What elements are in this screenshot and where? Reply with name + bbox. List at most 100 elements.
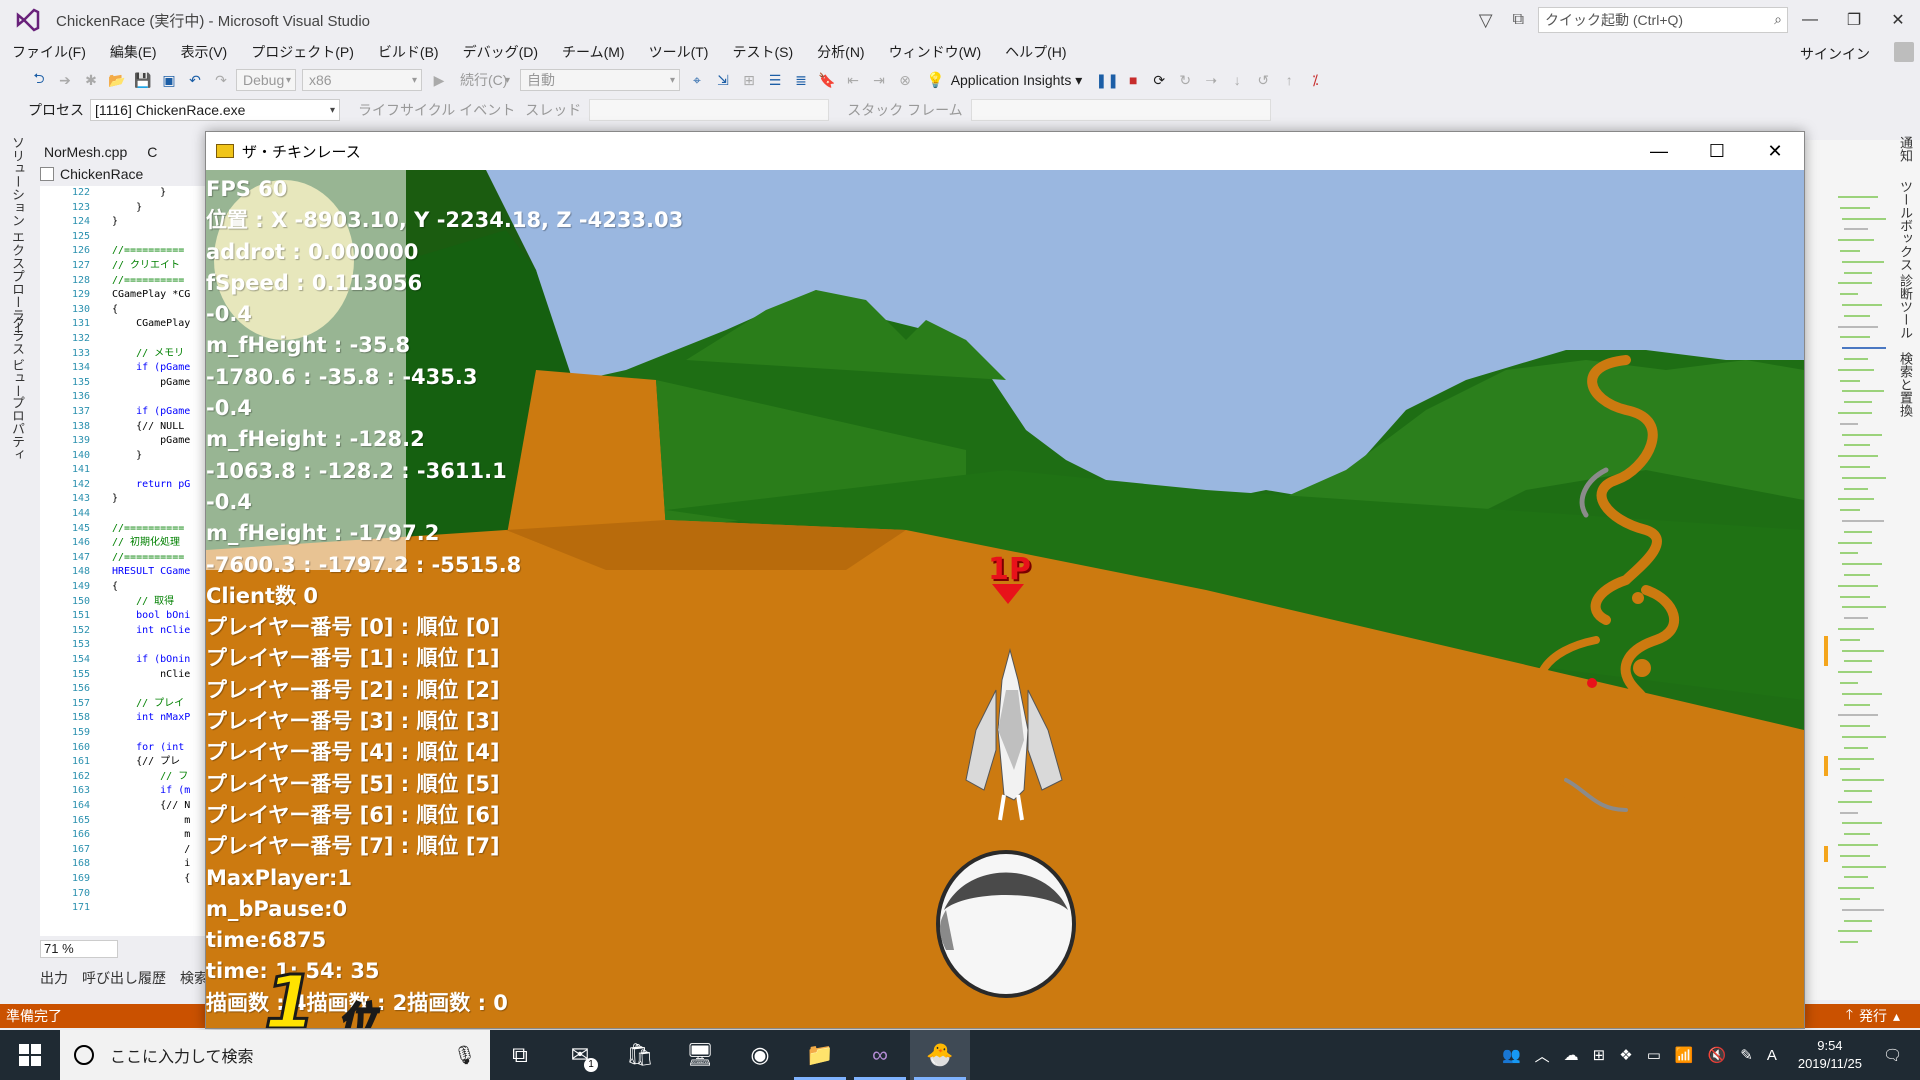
new-project-icon[interactable]: ✱ xyxy=(80,69,102,91)
show-hidden-icons-icon[interactable]: ︿ xyxy=(1535,1045,1550,1066)
step-back-icon[interactable]: ↺ xyxy=(1252,69,1274,91)
stop-icon[interactable]: ■ xyxy=(1122,69,1144,91)
stack-frame-select[interactable] xyxy=(970,99,1271,121)
menu-edit[interactable]: 編集(E) xyxy=(98,42,169,62)
menu-analyze[interactable]: 分析(N) xyxy=(805,42,876,62)
continue-play-icon[interactable]: ▶ xyxy=(428,69,450,91)
menu-build[interactable]: ビルド(B) xyxy=(366,42,451,62)
bookmark-icon[interactable]: 🔖 xyxy=(816,69,838,91)
auto-select[interactable]: 自動 xyxy=(520,69,680,91)
wifi-icon[interactable]: 📶 xyxy=(1675,1046,1694,1064)
network-share-icon[interactable]: ⊞ xyxy=(1593,1046,1606,1064)
menu-window[interactable]: ウィンドウ(W) xyxy=(877,42,994,62)
tab-second-document[interactable]: C xyxy=(137,140,167,164)
close-button[interactable]: ✕ xyxy=(1876,10,1920,30)
mail-app-icon[interactable]: ✉ 1 xyxy=(550,1030,610,1080)
tab-find[interactable]: 検索 xyxy=(180,968,208,988)
onedrive-icon[interactable]: ☁ xyxy=(1564,1046,1579,1064)
continue-button[interactable]: 続行(C) xyxy=(454,69,514,91)
zoom-level-select[interactable]: 71 % xyxy=(40,940,118,958)
restore-button[interactable]: ❐ xyxy=(1832,10,1876,30)
restart-icon[interactable]: ⟳ xyxy=(1148,69,1170,91)
step-icon[interactable]: ⇲ xyxy=(712,69,734,91)
publish-button[interactable]: 🡑 発行 ▴ xyxy=(1846,1004,1900,1028)
people-icon[interactable]: 👥 xyxy=(1502,1046,1521,1064)
control-panel-app-icon[interactable]: 🖥 xyxy=(670,1030,730,1080)
project-dropdown[interactable]: ChickenRace xyxy=(40,166,143,182)
indent-icon[interactable]: ☰ xyxy=(764,69,786,91)
tab-output[interactable]: 出力 xyxy=(40,968,68,988)
refresh-icon[interactable]: ↻ xyxy=(1174,69,1196,91)
taskbar-search-input[interactable]: ここに入力して検索 🎙 xyxy=(60,1030,490,1080)
game-maximize-button[interactable]: ☐ xyxy=(1688,132,1746,170)
chrome-app-icon[interactable]: ◉ xyxy=(730,1030,790,1080)
menu-view[interactable]: 表示(V) xyxy=(169,42,240,62)
save-icon[interactable]: 💾 xyxy=(132,69,154,91)
minimize-button[interactable]: — xyxy=(1788,11,1832,29)
menu-debug[interactable]: デバッグ(D) xyxy=(451,42,550,62)
platform-select[interactable]: x86 xyxy=(302,69,422,91)
menu-tools[interactable]: ツール(T) xyxy=(637,42,721,62)
code-minimap[interactable] xyxy=(1824,196,1886,956)
config-select[interactable]: Debug xyxy=(236,69,296,91)
save-all-icon[interactable]: ▣ xyxy=(158,69,180,91)
exceptions-icon[interactable]: ⁒ xyxy=(1304,69,1326,91)
solution-explorer-tab[interactable]: ソリューション エクスプローラー xyxy=(8,136,27,335)
file-explorer-app-icon[interactable]: 📁 xyxy=(790,1030,850,1080)
menu-file[interactable]: ファイル(F) xyxy=(0,42,98,62)
pen-icon[interactable]: ✎ xyxy=(1740,1046,1753,1064)
chicken-race-app-icon[interactable]: 🐣 xyxy=(910,1030,970,1080)
undo-icon[interactable]: ↶ xyxy=(184,69,206,91)
menu-test[interactable]: テスト(S) xyxy=(720,42,805,62)
prev-bookmark-icon[interactable]: ⇤ xyxy=(842,69,864,91)
game-minimize-button[interactable]: — xyxy=(1630,132,1688,170)
properties-tab[interactable]: プロパティ xyxy=(8,396,27,461)
game-close-button[interactable]: ✕ xyxy=(1746,132,1804,170)
process-select[interactable]: [1116] ChickenRace.exe xyxy=(90,99,340,121)
find-icon[interactable]: ⌖ xyxy=(686,69,708,91)
account-avatar[interactable] xyxy=(1894,42,1914,62)
tab-normesh-cpp[interactable]: NorMesh.cpp xyxy=(34,140,137,164)
notifications-tab[interactable]: 通知 xyxy=(1896,136,1915,162)
start-button[interactable] xyxy=(0,1030,60,1080)
class-view-tab[interactable]: クラス ビュー xyxy=(8,316,27,398)
lifecycle-events-button[interactable]: ライフサイクル イベント xyxy=(358,100,515,120)
volume-icon[interactable]: 🔇 xyxy=(1708,1046,1727,1064)
menu-project[interactable]: プロジェクト(P) xyxy=(239,42,366,62)
game-viewport[interactable]: FPS 60 位置 : X -8903.10, Y -2234.18, Z -42… xyxy=(206,170,1804,1028)
forward-icon[interactable]: ➔ xyxy=(54,69,76,91)
feedback-icon[interactable]: ⧉ xyxy=(1513,11,1524,29)
visual-studio-app-icon[interactable]: ∞ xyxy=(850,1030,910,1080)
outdent-icon[interactable]: ≣ xyxy=(790,69,812,91)
store-app-icon[interactable]: 🛍 xyxy=(610,1030,670,1080)
pause-icon[interactable]: ❚❚ xyxy=(1096,69,1119,91)
quick-launch-input[interactable]: クイック起動 (Ctrl+Q) ⌕ xyxy=(1538,7,1788,33)
step-over-icon[interactable]: ➝ xyxy=(1200,69,1222,91)
find-replace-tab[interactable]: 検索と置換 xyxy=(1896,352,1915,417)
code-editor[interactable]: 122 123 124 125 126 127 128 129 130 131 132 133 134 1… xyxy=(40,186,208,936)
step-out-icon[interactable]: ↑ xyxy=(1278,69,1300,91)
tab-call-stack[interactable]: 呼び出し履歴 xyxy=(82,968,166,988)
back-icon[interactable]: ⮌ xyxy=(28,69,50,91)
layout-icon[interactable]: ⊞ xyxy=(738,69,760,91)
redo-icon[interactable]: ↷ xyxy=(210,69,232,91)
menu-help[interactable]: ヘルプ(H) xyxy=(993,42,1078,62)
next-bookmark-icon[interactable]: ⇥ xyxy=(868,69,890,91)
menu-team[interactable]: チーム(M) xyxy=(550,42,637,62)
battery-icon[interactable]: ▭ xyxy=(1647,1046,1661,1064)
toolbox-tab[interactable]: ツールボックス xyxy=(1896,180,1915,271)
task-view-button[interactable]: ⧉ xyxy=(490,1030,550,1080)
signin-link[interactable]: サインイン xyxy=(1800,44,1870,64)
clear-bookmarks-icon[interactable]: ⊗ xyxy=(894,69,916,91)
microphone-icon[interactable]: 🎙 xyxy=(453,1045,476,1066)
ime-indicator[interactable]: A xyxy=(1767,1047,1777,1064)
dropbox-icon[interactable]: ❖ xyxy=(1619,1046,1632,1064)
notification-center-icon[interactable]: 🗨 xyxy=(1883,1046,1902,1064)
open-file-icon[interactable]: 📂 xyxy=(106,69,128,91)
application-insights-button[interactable]: 💡 Application Insights ▾ xyxy=(926,71,1082,90)
clock[interactable]: 9:54 2019/11/25 xyxy=(1798,1037,1862,1073)
step-into-icon[interactable]: ↓ xyxy=(1226,69,1248,91)
diagnostic-tools-tab[interactable]: 診断ツール xyxy=(1896,274,1915,339)
thread-select[interactable] xyxy=(589,99,830,121)
notifications-filter-icon[interactable]: ▽ xyxy=(1479,10,1493,31)
